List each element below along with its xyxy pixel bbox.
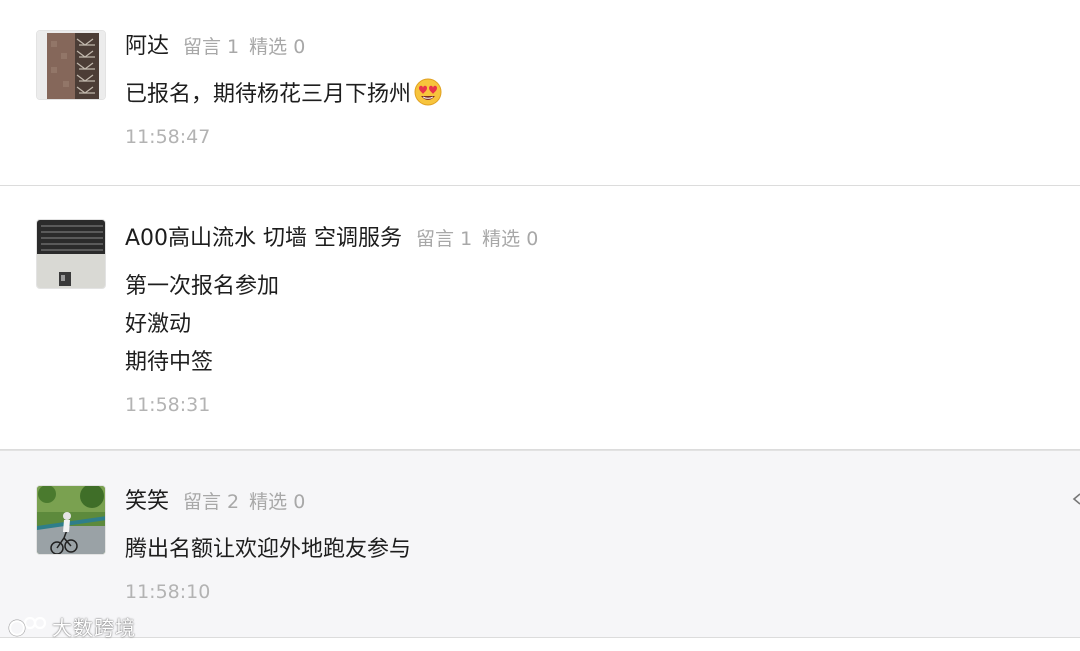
comment-time: 11:58:10 [125,581,211,603]
comment-text: 已报名，期待杨花三月下扬州 [125,76,1040,114]
comment-text: 第一次报名参加 好激动 期待中签 [125,268,1040,382]
watermark-logo-icon [8,616,47,636]
comment-item: A00高山流水 切墙 空调服务 留言 1 精选 0 第一次报名参加 好激动 期待… [0,186,1080,450]
commenter-name[interactable]: 笑笑 [125,485,169,519]
featured-count: 精选 0 [249,491,306,513]
comment-line: 第一次报名参加 [125,274,280,299]
commenter-name[interactable]: 阿达 [125,30,169,64]
comment-item: 阿达 留言 1 精选 0 已报名，期待杨花三月下扬州 11:58:47 [0,0,1080,186]
reply-count: 留言 1 [183,36,240,58]
heart-eyes-emoji-icon [413,77,443,120]
avatar[interactable] [36,30,106,100]
avatar[interactable] [36,219,106,289]
featured-count: 精选 0 [482,228,539,250]
avatar-air-conditioner-image [37,220,105,288]
watermark-text: 大数跨境 [52,616,136,640]
avatar[interactable] [36,485,106,555]
reply-count: 留言 1 [416,228,473,250]
comment-line: 已报名，期待杨花三月下扬州 [125,82,412,107]
watermark: 大数跨境 [8,612,136,641]
comment-line: 好激动 [125,312,192,337]
comment-item: 笑笑 留言 2 精选 0 腾出名额让欢迎外地跑友参与 11:58:10 [0,450,1080,638]
comment-text: 腾出名额让欢迎外地跑友参与 [125,531,1040,569]
featured-count: 精选 0 [249,36,306,58]
chevron-down-icon[interactable] [1070,492,1080,510]
commenter-name[interactable]: A00高山流水 切墙 空调服务 [125,222,402,256]
comment-time: 11:58:47 [125,126,211,148]
comment-line: 腾出名额让欢迎外地跑友参与 [125,537,412,562]
comment-time: 11:58:31 [125,394,211,416]
avatar-cyclist-image [37,486,105,554]
comment-line: 期待中签 [125,350,214,375]
reply-count: 留言 2 [183,491,240,513]
avatar-pattern-image [37,31,105,99]
